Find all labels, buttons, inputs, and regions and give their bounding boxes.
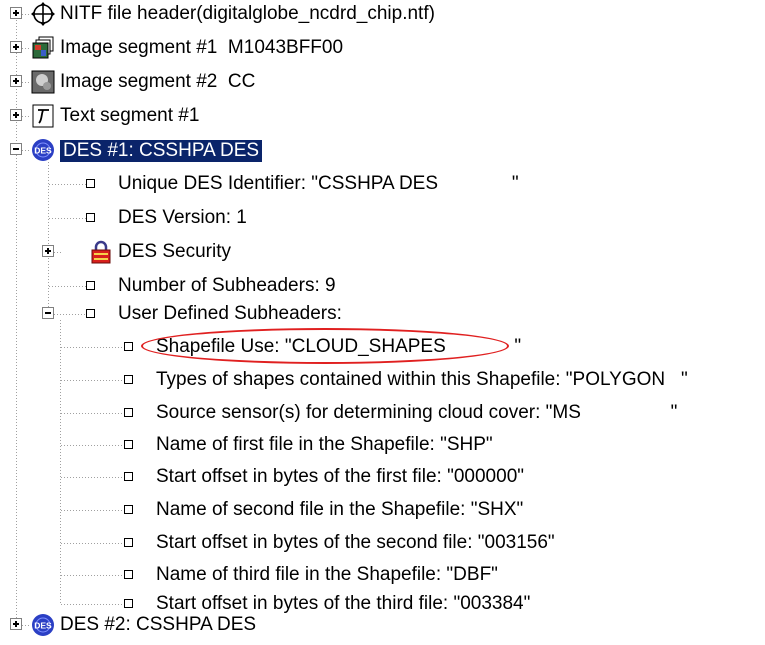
tree-item-label: Image segment #1 M1043BFF00 (60, 37, 344, 58)
tree-item-label: Unique DES Identifier: "CSSHPA DES " (118, 173, 519, 194)
expand-toggle[interactable] (10, 41, 22, 53)
text-t-icon (30, 103, 56, 129)
collapse-toggle[interactable] (10, 143, 22, 155)
tree-item-label: Name of first file in the Shapefile: "SH… (156, 434, 493, 455)
leaf-bullet (124, 570, 133, 579)
leaf-bullet (124, 440, 133, 449)
tree-item-label: DES #2: CSSHPA DES (60, 614, 257, 635)
leaf-bullet (86, 281, 95, 290)
tree-item-label: Start offset in bytes of the first file:… (156, 466, 525, 487)
tree-item-label: Name of second file in the Shapefile: "S… (156, 499, 524, 520)
svg-text:DES: DES (34, 621, 52, 631)
tree-item-label: Start offset in bytes of the second file… (156, 532, 555, 553)
leaf-bullet (86, 213, 95, 222)
crosshair-globe-icon (30, 1, 56, 27)
tree-item-label: DES Version: 1 (118, 207, 247, 228)
expand-toggle[interactable] (10, 75, 22, 87)
tree-item-label: Name of third file in the Shapefile: "DB… (156, 564, 498, 585)
tree-item-label: Source sensor(s) for determining cloud c… (156, 402, 678, 423)
leaf-bullet (86, 179, 95, 188)
tree-item-label: Number of Subheaders: 9 (118, 275, 336, 296)
expand-toggle[interactable] (10, 109, 22, 121)
expand-toggle[interactable] (10, 618, 22, 630)
leaf-bullet (124, 538, 133, 547)
tree-item-label: Image segment #2 CC (60, 71, 256, 92)
image-stack-icon (30, 35, 56, 61)
collapse-toggle[interactable] (42, 307, 54, 319)
image-thumbnail-icon (30, 69, 56, 95)
expand-toggle[interactable] (42, 245, 54, 257)
tree-item-label: Types of shapes contained within this Sh… (156, 369, 688, 390)
tree-item-label: NITF file header(digitalglobe_ncdrd_chip… (60, 3, 435, 24)
tree-item-label: DES #1: CSSHPA DES (60, 140, 263, 162)
leaf-bullet (124, 472, 133, 481)
expand-toggle[interactable] (10, 7, 22, 19)
des-icon: DES (30, 612, 56, 638)
tree-item-label: Shapefile Use: "CLOUD_SHAPES " (156, 336, 522, 357)
leaf-bullet (124, 342, 133, 351)
padlock-icon (88, 239, 114, 265)
leaf-bullet (124, 375, 133, 384)
tree-item-label: Text segment #1 (60, 105, 200, 126)
leaf-bullet (124, 408, 133, 417)
leaf-bullet (124, 505, 133, 514)
tree-item-label: DES Security (118, 241, 231, 262)
leaf-bullet (86, 309, 95, 318)
svg-text:DES: DES (34, 146, 52, 156)
nitf-tree-view[interactable]: NITF file header(digitalglobe_ncdrd_chip… (0, 0, 765, 645)
des-icon: DES (30, 137, 56, 163)
leaf-bullet (124, 599, 133, 608)
tree-item-label: User Defined Subheaders: (118, 303, 342, 324)
